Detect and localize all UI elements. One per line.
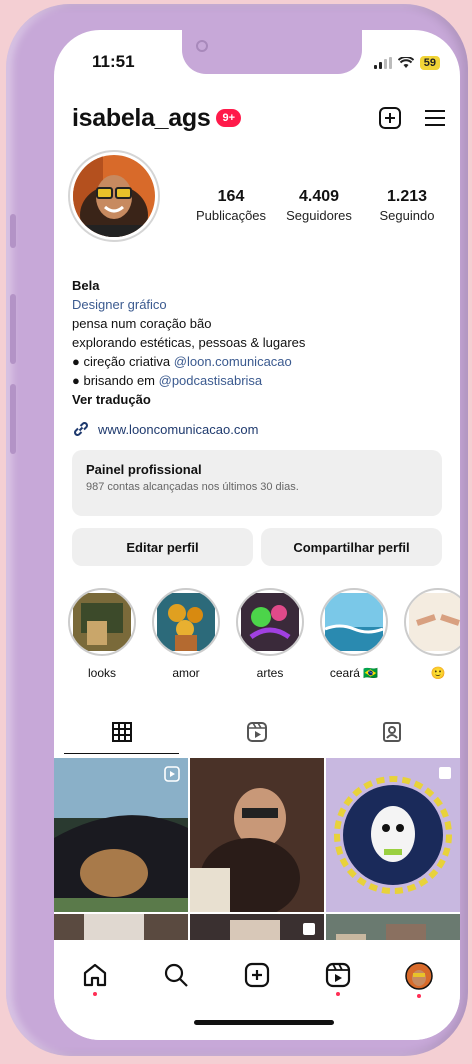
highlight-cover	[404, 588, 460, 656]
panel-subtitle: 987 contas alcançadas nos últimos 30 dia…	[86, 481, 299, 493]
highlight-artes[interactable]: artes	[234, 588, 306, 680]
highlight-label: amor	[172, 666, 200, 680]
profile-actions: Editar perfil Compartilhar perfil	[72, 528, 442, 566]
highlight-cover	[152, 588, 220, 656]
nav-profile[interactable]	[399, 962, 439, 1040]
stat-label: Seguindo	[379, 208, 435, 223]
status-icons: 59	[373, 56, 440, 70]
tab-posts[interactable]	[54, 710, 189, 754]
stat-value: 164	[217, 188, 245, 205]
share-profile-button[interactable]: Compartilhar perfil	[261, 528, 442, 566]
story-highlights: looks amor artes ceará 🇧🇷 🙂	[66, 588, 460, 680]
highlight-label: looks	[87, 666, 116, 680]
panel-title: Painel profissional	[86, 462, 202, 477]
stat-label: Publicações	[195, 208, 267, 223]
highlight-label: ceará 🇧🇷	[329, 666, 379, 680]
notification-dot	[417, 994, 422, 998]
profile-avatar-icon	[405, 962, 434, 990]
notification-dot	[336, 992, 341, 996]
highlight-looks[interactable]: looks	[66, 588, 138, 680]
menu-icon[interactable]	[424, 108, 446, 128]
highlight-cover	[68, 588, 136, 656]
highlight-cover	[236, 588, 304, 656]
bio: Bela Designer gráfico pensa num coração …	[72, 276, 305, 409]
reels-nav-icon	[326, 962, 351, 988]
reels-icon	[246, 722, 267, 742]
profile-avatar[interactable]	[68, 150, 160, 242]
stat-posts[interactable]: 164 Publicações	[194, 188, 268, 223]
profile-tabs	[54, 710, 460, 754]
carousel-badge-icon	[439, 767, 451, 779]
stat-followers[interactable]: 4.409 Seguidores	[282, 188, 356, 223]
phone-frame: 11:51 59 isabela_ags 9+ 164 Publicações …	[6, 4, 468, 1056]
mention-link[interactable]: @loon.comunicacao	[174, 354, 292, 369]
status-time: 11:51	[92, 52, 135, 71]
link-icon	[74, 422, 88, 436]
notch	[182, 30, 362, 74]
tab-tagged[interactable]	[325, 710, 460, 754]
nav-create[interactable]	[237, 962, 277, 1040]
carousel-badge-icon	[303, 923, 315, 935]
bio-line: ● cireção criativa @loon.comunicacao	[72, 352, 305, 371]
tab-reels[interactable]	[189, 710, 324, 754]
profile-header: isabela_ags 9+	[72, 100, 446, 136]
highlight-ceara[interactable]: ceará 🇧🇷	[318, 588, 390, 680]
highlight-label: 🙂	[430, 666, 446, 680]
profile-stats: 164 Publicações 4.409 Seguidores 1.213 S…	[194, 188, 444, 223]
bio-line: ● brisando em @podcastisabrisa	[72, 371, 305, 390]
nav-search[interactable]	[156, 962, 196, 1040]
highlight-cover	[320, 588, 388, 656]
wifi-icon	[397, 57, 414, 68]
phone-screen: 11:51 59 isabela_ags 9+ 164 Publicações …	[54, 30, 460, 1040]
translate-link[interactable]: Ver tradução	[72, 390, 305, 409]
nav-home[interactable]	[75, 962, 115, 1040]
bio-name: Bela	[72, 278, 100, 293]
mention-link[interactable]: @podcastisabrisa	[159, 373, 263, 388]
bio-text: ● brisando em	[72, 373, 159, 388]
stat-label: Seguidores	[286, 208, 352, 223]
website-link[interactable]: www.looncomunicacao.com	[72, 420, 258, 438]
volume-up-button	[10, 294, 16, 364]
battery-indicator: 59	[419, 56, 440, 70]
highlight-label: artes	[256, 666, 284, 680]
website-url: www.looncomunicacao.com	[98, 421, 259, 437]
username[interactable]: isabela_ags	[72, 104, 211, 133]
stat-value: 4.409	[298, 188, 340, 205]
tagged-icon	[383, 722, 402, 742]
stat-value: 1.213	[386, 188, 428, 205]
bio-line: explorando estéticas, pessoas & lugares	[72, 335, 306, 350]
highlight-amor[interactable]: amor	[150, 588, 222, 680]
bio-text: ● cireção criativa	[72, 354, 174, 369]
professional-dashboard[interactable]: Painel profissional 987 contas alcançada…	[72, 450, 442, 516]
camera	[196, 40, 208, 52]
grid-post[interactable]	[54, 758, 188, 912]
grid-post[interactable]	[190, 758, 324, 912]
silent-switch	[10, 214, 16, 248]
grid-icon	[111, 722, 132, 742]
grid-post[interactable]	[326, 758, 460, 912]
signal-icon	[373, 57, 392, 69]
new-post-icon[interactable]	[378, 106, 402, 130]
bio-line: pensa num coração bão	[72, 316, 212, 331]
stat-following[interactable]: 1.213 Seguindo	[370, 188, 444, 223]
notification-badge[interactable]: 9+	[216, 109, 242, 127]
notification-dot	[92, 992, 97, 996]
nav-reels[interactable]	[318, 962, 358, 1040]
create-icon	[244, 962, 270, 988]
home-indicator[interactable]	[194, 1020, 334, 1025]
reel-badge-icon	[164, 766, 180, 782]
edit-profile-button[interactable]: Editar perfil	[72, 528, 253, 566]
bottom-navigation	[54, 940, 460, 1040]
home-icon	[83, 963, 106, 987]
bio-category[interactable]: Designer gráfico	[72, 295, 305, 314]
volume-down-button	[10, 384, 16, 454]
search-icon	[164, 963, 188, 987]
highlight-emoji[interactable]: 🙂	[402, 588, 460, 680]
